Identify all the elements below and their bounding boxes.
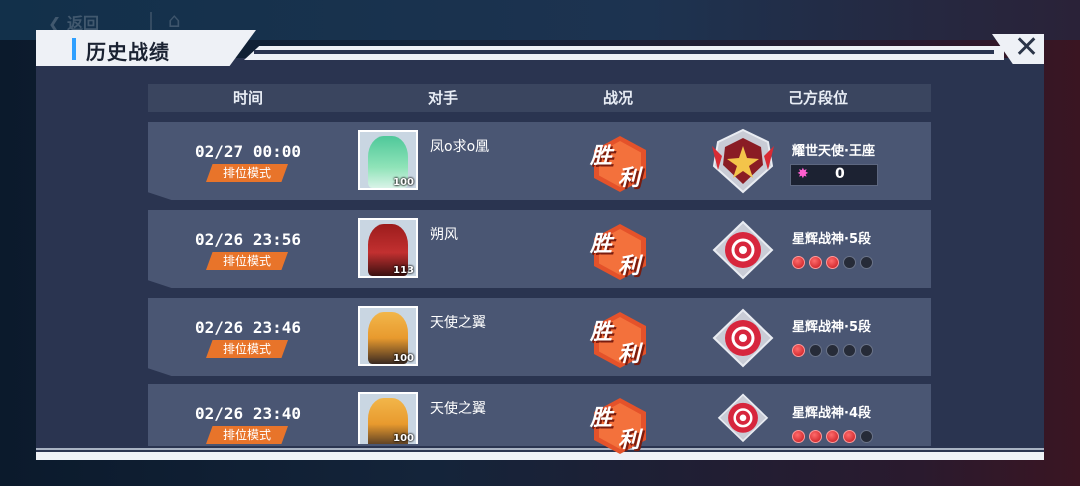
star-dot-filled: [809, 256, 822, 269]
panel-bottom-line: [36, 448, 1044, 450]
star-dot-filled: [826, 256, 839, 269]
col-rank: 己方段位: [787, 89, 848, 107]
opponent-level: 100: [393, 433, 414, 444]
star-dot-filled: [792, 430, 805, 443]
match-time: 02/26 23:40: [195, 404, 301, 423]
nav-divider: [150, 12, 152, 32]
victory-emblem: 胜 利: [588, 220, 652, 280]
rank-name: 耀世天使·王座: [792, 144, 875, 159]
star-dot-filled: [792, 344, 805, 357]
opponent-name: 天使之翼: [430, 315, 486, 331]
victory-emblem: 胜 利: [588, 132, 652, 192]
star-dot-filled: [843, 430, 856, 443]
opponent-name: 凤o求o凰: [430, 139, 490, 155]
star-dot-empty: [826, 344, 839, 357]
rank-name: 星辉战神·4段: [792, 406, 871, 421]
star-icon: ✸: [797, 166, 809, 182]
history-row[interactable]: 02/26 23:46 排位模式 100 天使之翼 胜 利 星辉战神·5段: [148, 298, 931, 376]
rank-badge-icon: [717, 393, 769, 443]
opponent-avatar[interactable]: 100: [358, 392, 418, 444]
rank-badge-icon: [712, 220, 774, 280]
table-header: 时间 对手 战况 己方段位: [148, 84, 931, 112]
opponent-avatar[interactable]: 100: [358, 306, 418, 366]
history-row[interactable]: 02/27 00:00 排位模式 100 凤o求o凰 胜 利 耀世天使·王座 ✸…: [148, 122, 931, 200]
star-dot-empty: [843, 344, 856, 357]
mode-badge: 排位模式: [206, 426, 288, 444]
victory-char-1: 胜: [590, 144, 613, 169]
star-dot-filled: [826, 430, 839, 443]
rank-stars: [792, 256, 873, 269]
rank-badge-icon: [712, 128, 774, 194]
opponent-level: 113: [393, 265, 414, 276]
match-time: 02/26 23:46: [195, 318, 301, 337]
rank-name: 星辉战神·5段: [792, 232, 871, 247]
score-box: ✸ 0: [790, 164, 878, 186]
victory-char-2: 利: [618, 166, 641, 191]
title-accent: [72, 38, 76, 60]
victory-char-2: 利: [618, 342, 641, 367]
score-value: 0: [835, 166, 845, 182]
col-opponent: 对手: [427, 89, 458, 107]
victory-char-2: 利: [618, 428, 641, 453]
title-stripe-inner: [254, 50, 994, 54]
opponent-avatar[interactable]: 100: [358, 130, 418, 190]
star-dot-empty: [860, 256, 873, 269]
star-dot-empty: [809, 344, 822, 357]
victory-char-1: 胜: [590, 406, 613, 431]
rank-stars: [792, 344, 873, 357]
star-dot-empty: [860, 430, 873, 443]
victory-char-2: 利: [618, 254, 641, 279]
victory-char-1: 胜: [590, 320, 613, 345]
rank-badge-icon: [712, 308, 774, 368]
victory-emblem: 胜 利: [588, 394, 652, 454]
mode-badge: 排位模式: [206, 340, 288, 358]
match-time: 02/26 23:56: [195, 230, 301, 249]
rank-stars: [792, 430, 873, 443]
history-row[interactable]: 02/26 23:56 排位模式 113 朔风 胜 利 星辉战神·5段: [148, 210, 931, 288]
star-dot-filled: [792, 256, 805, 269]
opponent-level: 100: [393, 177, 414, 188]
victory-char-1: 胜: [590, 232, 613, 257]
match-time: 02/27 00:00: [195, 142, 301, 161]
mode-badge: 排位模式: [206, 164, 288, 182]
rank-name: 星辉战神·5段: [792, 320, 871, 335]
mode-badge: 排位模式: [206, 252, 288, 270]
opponent-level: 100: [393, 353, 414, 364]
page-title: 历史战绩: [86, 40, 170, 64]
star-dot-filled: [809, 430, 822, 443]
history-row[interactable]: 02/26 23:40 排位模式 100 天使之翼 胜 利 星辉战神·4段: [148, 384, 931, 454]
star-dot-empty: [860, 344, 873, 357]
col-time: 时间: [232, 89, 263, 107]
opponent-avatar[interactable]: 113: [358, 218, 418, 278]
star-dot-empty: [843, 256, 856, 269]
col-result: 战况: [602, 89, 633, 107]
opponent-name: 朔风: [430, 227, 458, 243]
home-icon[interactable]: ⌂: [168, 8, 181, 32]
close-icon[interactable]: ✕: [1014, 32, 1039, 64]
opponent-name: 天使之翼: [430, 401, 486, 417]
panel-bottom-border: [36, 452, 1044, 460]
victory-emblem: 胜 利: [588, 308, 652, 368]
